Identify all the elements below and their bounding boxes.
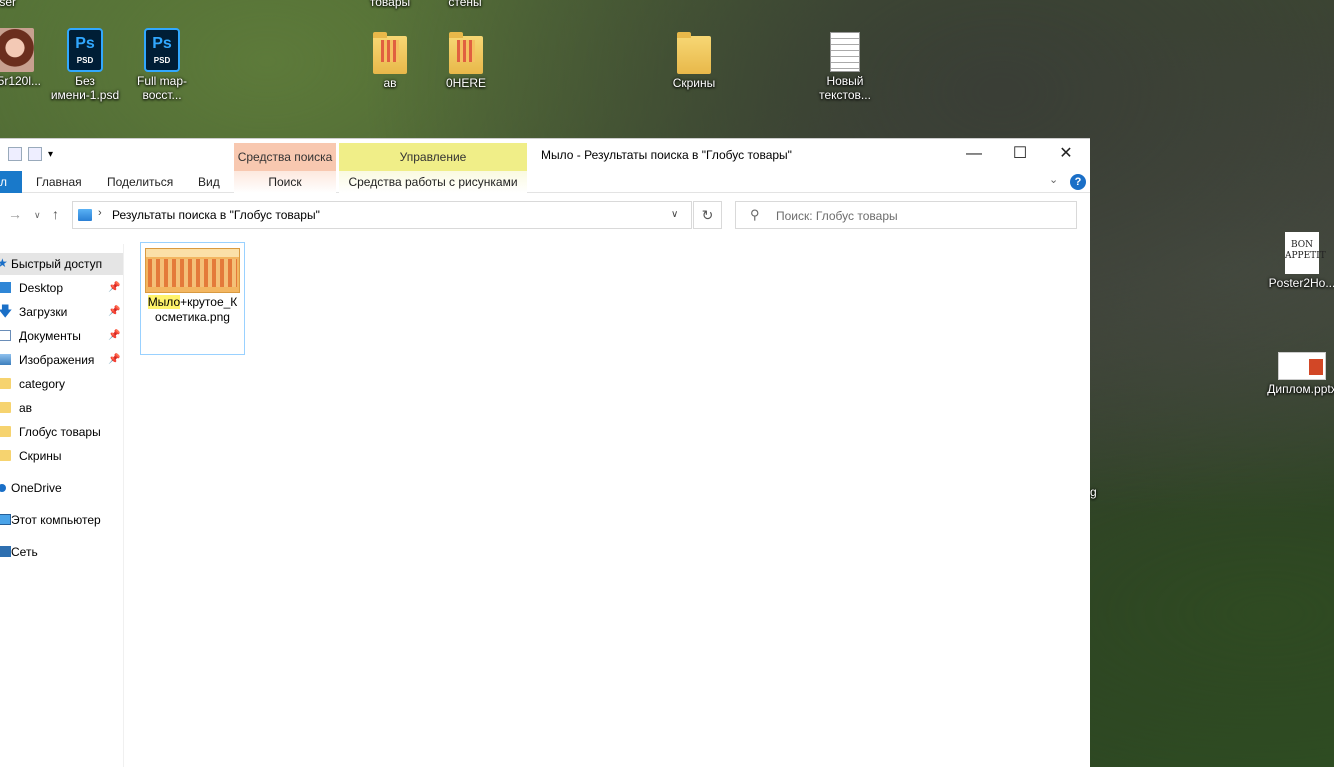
desktop-icon-psd-2[interactable]: Ps PSD Full map-восст... <box>122 28 202 102</box>
star-icon: ★ <box>0 256 8 270</box>
folder-icon <box>0 426 11 437</box>
nav-item-network[interactable]: Сеть <box>0 541 123 563</box>
close-button[interactable]: ✕ <box>1043 139 1089 169</box>
pictures-icon <box>0 354 11 365</box>
folder-icon <box>677 32 711 74</box>
file-name: Мыло+крутое_К осметика.png <box>147 295 238 324</box>
nav-item-downloads[interactable]: 🡇 Загрузки 📌 <box>0 301 123 323</box>
cloud-icon <box>0 484 6 492</box>
title-bar[interactable]: ▾ Средства поиска Управление Мыло - Резу… <box>0 139 1090 171</box>
minimize-button[interactable]: — <box>951 139 997 169</box>
avatar-image-icon <box>0 28 34 72</box>
computer-icon <box>0 514 11 525</box>
address-dropdown-chevron-icon[interactable]: ∨ <box>671 209 678 220</box>
nav-item-category[interactable]: category <box>0 373 123 395</box>
tab-home[interactable]: Главная <box>36 171 82 193</box>
up-arrow-icon[interactable]: ↑ <box>52 206 59 222</box>
psd-file-icon: Ps PSD <box>67 28 103 72</box>
nav-item-quick-access[interactable]: ★ Быстрый доступ <box>0 253 123 275</box>
desktop-label-goods[interactable]: товары <box>350 0 430 9</box>
text-file-icon <box>830 32 860 72</box>
desktop-icon <box>0 282 11 293</box>
refresh-button[interactable]: ↻ <box>693 201 722 229</box>
maximize-button[interactable]: ☐ <box>997 139 1043 169</box>
nav-item-globus-goods[interactable]: Глобус товары <box>0 421 123 443</box>
recent-locations-chevron-icon[interactable]: ∨ <box>34 210 41 221</box>
file-explorer-window: ▾ Средства поиска Управление Мыло - Резу… <box>0 138 1090 767</box>
nav-item-documents[interactable]: Документы 📌 <box>0 325 123 347</box>
tab-search[interactable]: Поиск <box>234 171 336 193</box>
desktop-label-browser[interactable]: owser <box>0 0 40 9</box>
nav-item-desktop[interactable]: Desktop 📌 <box>0 277 123 299</box>
documents-icon <box>0 330 11 341</box>
nav-item-screens[interactable]: Скрины <box>0 445 123 467</box>
desktop-icon-folder-screens[interactable]: Скрины <box>654 32 734 90</box>
customize-toolbar-chevron-icon[interactable]: ▾ <box>48 149 53 160</box>
pin-icon[interactable]: 📌 <box>108 325 120 347</box>
folder-icon <box>0 402 11 413</box>
navigation-pane: ★ Быстрый доступ Desktop 📌 🡇 Загрузки 📌 … <box>0 244 124 767</box>
folder-icon <box>0 450 11 461</box>
pin-icon[interactable]: 📌 <box>108 277 120 299</box>
file-item[interactable]: Мыло+крутое_К осметика.png <box>140 242 245 355</box>
desktop-icon-folder-av[interactable]: ав <box>350 32 430 90</box>
search-icon: ⚲ <box>750 207 760 222</box>
image-file-icon: BON APPETIT <box>1285 232 1326 274</box>
breadcrumb-chevron-icon[interactable]: › <box>98 207 102 219</box>
image-thumbnail <box>145 248 240 293</box>
tab-picture-tools[interactable]: Средства работы с рисунками <box>339 171 527 193</box>
desktop-label-walls[interactable]: стены <box>425 0 505 9</box>
context-group-search-tools: Средства поиска <box>234 143 336 171</box>
quick-access-toolbar: ▾ <box>8 147 53 161</box>
folder-icon <box>449 32 483 74</box>
pptx-file-icon <box>1278 352 1326 380</box>
nav-item-this-pc[interactable]: Этот компьютер <box>0 509 123 531</box>
download-icon: 🡇 <box>0 303 13 319</box>
network-icon <box>0 546 11 557</box>
tab-file[interactable]: л <box>0 171 22 193</box>
tab-share[interactable]: Поделиться <box>107 171 173 193</box>
pin-icon[interactable]: 📌 <box>108 349 120 371</box>
context-group-manage: Управление <box>339 143 527 171</box>
desktop-icon-folder-0here[interactable]: 0HERE <box>426 32 506 90</box>
expand-ribbon-chevron-icon[interactable]: ⌄ <box>1049 173 1058 186</box>
desktop-icon-psd-1[interactable]: Ps PSD Без имени-1.psd <box>45 28 125 102</box>
nav-item-onedrive[interactable]: OneDrive <box>0 477 123 499</box>
new-folder-icon[interactable] <box>28 147 42 161</box>
folder-icon <box>373 32 407 74</box>
psd-file-icon: Ps PSD <box>144 28 180 72</box>
tab-view[interactable]: Вид <box>198 171 220 193</box>
window-title: Мыло - Результаты поиска в "Глобус товар… <box>541 148 792 162</box>
nav-item-av[interactable]: ав <box>0 397 123 419</box>
breadcrumb[interactable]: Результаты поиска в "Глобус товары" <box>112 208 320 222</box>
properties-icon[interactable] <box>8 147 22 161</box>
search-highlight: Мыло <box>147 295 181 309</box>
help-icon[interactable]: ? <box>1070 174 1086 190</box>
search-results-folder-icon <box>78 209 92 221</box>
navigation-bar: → ∨ ↑ › Результаты поиска в "Глобус това… <box>0 201 1090 231</box>
desktop-icon-poster[interactable]: BON APPETIT Poster2Ho... <box>1262 232 1334 290</box>
folder-icon <box>0 378 11 389</box>
pin-icon[interactable]: 📌 <box>108 301 120 323</box>
forward-arrow-icon[interactable]: → <box>8 206 22 222</box>
search-placeholder: Поиск: Глобус товары <box>776 209 898 223</box>
desktop-icon-text-file[interactable]: Новый текстов... <box>805 32 885 102</box>
address-bar[interactable]: › Результаты поиска в "Глобус товары" ∨ <box>72 201 692 229</box>
search-input[interactable]: ⚲ Поиск: Глобус товары <box>735 201 1077 229</box>
desktop-icon-pptx[interactable]: Диплом.pptx <box>1262 352 1334 396</box>
ribbon-tabs: л Главная Поделиться Вид Поиск Средства … <box>0 171 1090 193</box>
nav-item-pictures[interactable]: Изображения 📌 <box>0 349 123 371</box>
